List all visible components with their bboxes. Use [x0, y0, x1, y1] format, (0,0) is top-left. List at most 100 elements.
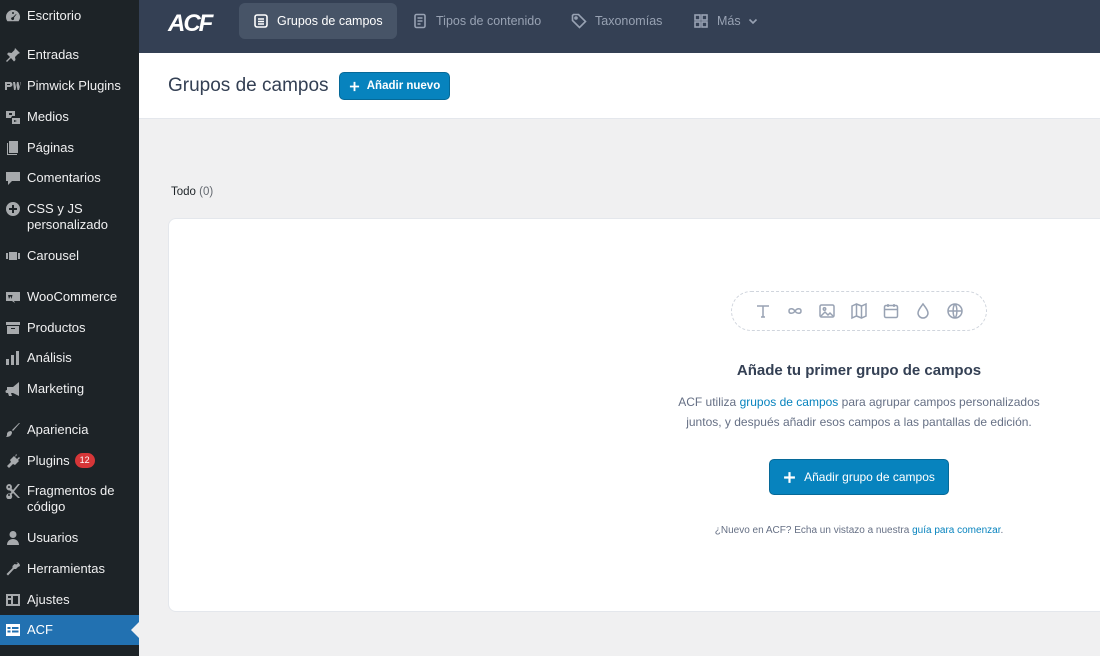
filter-label: Todo — [171, 186, 196, 198]
field-groups-link[interactable]: grupos de campos — [740, 395, 839, 409]
settings-icon — [4, 592, 22, 608]
sidebar-item-analisis[interactable]: Análisis — [0, 350, 139, 366]
empty-state-description: ACF utiliza grupos de campos para agrupa… — [659, 393, 1059, 432]
plug-icon — [4, 453, 22, 469]
sidebar-item-paginas[interactable]: Páginas — [0, 140, 139, 156]
acf-logo: ACF — [168, 10, 213, 37]
carousel-icon — [4, 248, 22, 264]
grid-icon — [694, 14, 708, 28]
admin-sidebar: Escritorio Entradas Pimwick Plugins Medi… — [0, 0, 139, 656]
filter-count: (0) — [199, 186, 214, 198]
sidebar-item-label: Comentarios — [27, 170, 101, 185]
sidebar-item-label: Productos — [27, 320, 86, 335]
sidebar-item-marketing[interactable]: Marketing — [0, 381, 139, 397]
filter-all[interactable]: Todo (0) — [171, 186, 213, 198]
calendar-icon — [883, 304, 899, 319]
sidebar-item-label: Pimwick Plugins — [27, 78, 121, 93]
image-icon — [819, 304, 835, 318]
pw-logo-icon — [4, 78, 22, 94]
acf-table-icon — [4, 622, 22, 638]
sidebar-item-label: Apariencia — [27, 422, 89, 437]
tab-taxonomias[interactable]: Taxonomías — [557, 3, 676, 39]
page-title: Grupos de campos — [168, 75, 329, 96]
sidebar-item-label: Entradas — [27, 47, 80, 62]
note-prefix: ¿Nuevo en ACF? Echa un vistazo a nuestra — [714, 525, 913, 536]
brush-icon — [4, 422, 22, 438]
sidebar-item-label: Análisis — [27, 350, 72, 365]
sidebar-item-label: Marketing — [27, 381, 85, 396]
tab-mas[interactable]: Más — [679, 3, 773, 39]
chart-bar-icon — [4, 350, 22, 366]
comment-icon — [4, 170, 22, 186]
getting-started-link[interactable]: guía para comenzar — [912, 525, 1000, 536]
plugins-update-badge: 12 — [74, 453, 95, 468]
scissors-icon — [4, 483, 22, 499]
sidebar-item-escritorio[interactable]: Escritorio — [0, 8, 139, 24]
sidebar-item-usuarios[interactable]: Usuarios — [0, 530, 139, 546]
sidebar-item-label: Fragmentos de código — [27, 483, 115, 514]
sidebar-item-fragmentos[interactable]: Fragmentos de código — [0, 483, 139, 515]
media-icon — [4, 109, 22, 125]
sidebar-item-woocommerce[interactable]: WooCommerce — [0, 289, 139, 305]
sidebar-item-css-js[interactable]: CSS y JS personalizado — [0, 201, 139, 233]
sidebar-item-label: Medios — [27, 109, 69, 124]
sidebar-item-label: Ajustes — [27, 592, 70, 607]
add-new-button[interactable]: Añadir nuevo — [339, 72, 450, 100]
tab-grupos-de-campos[interactable]: Grupos de campos — [239, 3, 397, 39]
add-new-label: Añadir nuevo — [366, 80, 441, 92]
sidebar-item-label: ACF — [27, 622, 53, 637]
sidebar-item-carousel[interactable]: Carousel — [0, 248, 139, 264]
page-header: Grupos de campos Añadir nuevo — [139, 53, 1100, 119]
field-types-strip — [731, 291, 987, 331]
plus-circle-icon — [4, 201, 22, 217]
pin-icon — [4, 47, 22, 63]
megaphone-icon — [4, 381, 22, 397]
sidebar-item-pimwick[interactable]: Pimwick Plugins — [0, 78, 139, 94]
tag-icon — [571, 13, 587, 29]
drop-icon — [917, 302, 929, 319]
sidebar-item-apariencia[interactable]: Apariencia — [0, 422, 139, 438]
sidebar-item-label: WooCommerce — [27, 289, 118, 304]
sidebar-item-label: Usuarios — [27, 530, 79, 545]
sidebar-item-label: Herramientas — [27, 561, 106, 576]
empty-state-title: Añade tu primer grupo de campos — [736, 362, 982, 379]
wrench-icon — [4, 561, 22, 577]
sidebar-item-label: CSS y JS personalizado — [27, 201, 108, 232]
tab-label: Grupos de campos — [277, 14, 383, 28]
add-field-group-button[interactable]: Añadir grupo de campos — [769, 459, 949, 495]
tab-label: Más — [717, 14, 741, 28]
desc-prefix: ACF utiliza — [678, 395, 740, 409]
sidebar-item-entradas[interactable]: Entradas — [0, 47, 139, 63]
empty-state-card: Añade tu primer grupo de campos ACF util… — [168, 218, 1100, 612]
sidebar-item-medios[interactable]: Medios — [0, 109, 139, 125]
tab-tipos-de-contenido[interactable]: Tipos de contenido — [398, 3, 555, 39]
user-icon — [4, 530, 22, 546]
sidebar-item-label: Plugins — [27, 453, 70, 468]
list-icon — [254, 14, 268, 28]
sidebar-item-ajustes[interactable]: Ajustes — [0, 592, 139, 608]
sidebar-item-label: Carousel — [27, 248, 80, 263]
plus-icon — [349, 81, 359, 91]
infinity-icon — [788, 308, 802, 314]
tab-label: Tipos de contenido — [436, 14, 542, 28]
sidebar-item-plugins[interactable]: Plugins 12 — [0, 453, 139, 469]
sidebar-item-comentarios[interactable]: Comentarios — [0, 170, 139, 186]
map-icon — [851, 302, 867, 320]
woo-icon — [4, 289, 22, 305]
sidebar-item-herramientas[interactable]: Herramientas — [0, 561, 139, 577]
getting-started-note: ¿Nuevo en ACF? Echa un vistazo a nuestra… — [609, 525, 1100, 536]
pages-icon — [4, 140, 22, 156]
sidebar-item-label: Escritorio — [27, 8, 82, 23]
dashboard-icon — [4, 8, 22, 24]
text-icon — [757, 305, 769, 318]
sidebar-item-acf[interactable]: ACF — [0, 615, 139, 645]
acf-topbar: ACF Grupos de campos Tipos de contenido … — [139, 0, 1100, 53]
sidebar-item-productos[interactable]: Productos — [0, 320, 139, 336]
chevron-down-icon — [748, 18, 757, 25]
document-icon — [414, 13, 426, 29]
plus-icon — [784, 471, 796, 483]
globe-icon — [947, 303, 963, 319]
archive-icon — [4, 320, 22, 336]
tab-label: Taxonomías — [595, 14, 663, 28]
note-suffix: . — [1000, 525, 1004, 536]
